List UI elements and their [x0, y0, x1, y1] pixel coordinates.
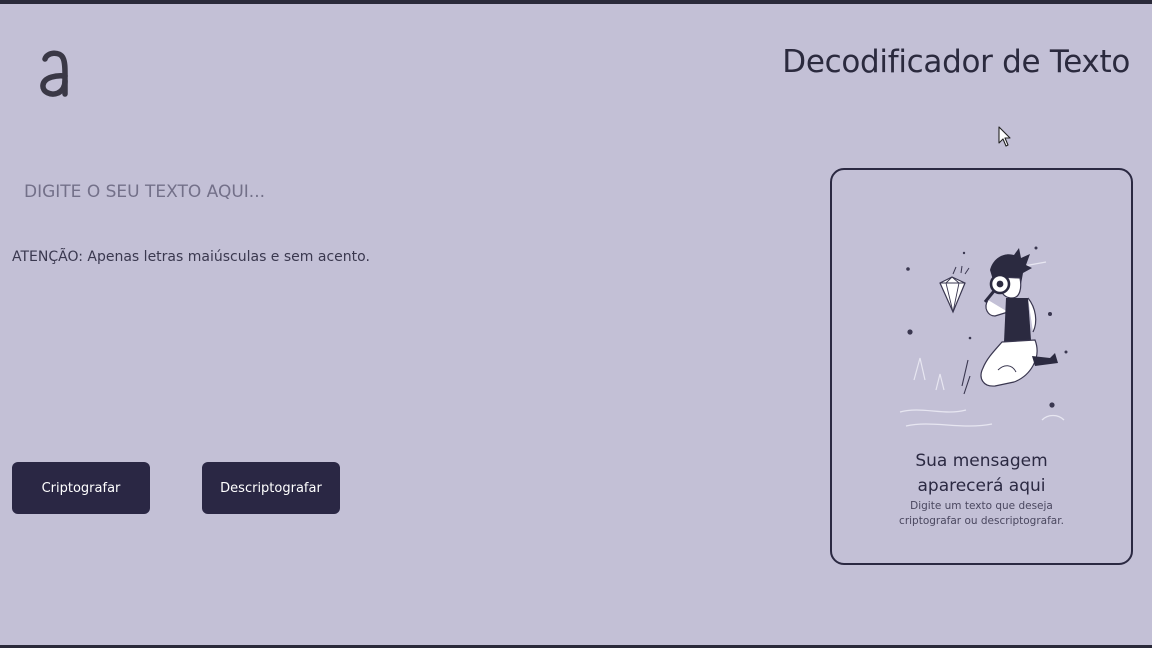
warning-text: ATENÇÃO: Apenas letras maiúsculas e sem …	[12, 249, 370, 265]
window-top-border	[0, 0, 1152, 4]
output-title-line2: aparecerá aqui	[917, 476, 1046, 496]
encrypt-button[interactable]: Criptografar	[12, 462, 150, 514]
output-description: Digite um texto que deseja criptografar …	[832, 499, 1131, 529]
output-title: Sua mensagem aparecerá aqui	[832, 449, 1131, 499]
mouse-pointer-icon	[998, 126, 1011, 147]
output-panel: Sua mensagem aparecerá aqui Digite um te…	[830, 168, 1133, 565]
logo-icon[interactable]	[34, 42, 74, 98]
decrypt-button[interactable]: Descriptografar	[202, 462, 340, 514]
page-title: Decodificador de Texto	[782, 44, 1130, 80]
output-title-line1: Sua mensagem	[915, 451, 1048, 471]
output-desc-line1: Digite um texto que deseja	[910, 500, 1053, 512]
person-with-magnifier-illustration	[899, 246, 1068, 427]
text-input[interactable]	[12, 172, 772, 214]
output-desc-line2: criptografar ou descriptografar.	[899, 515, 1064, 527]
warning-label: ATENÇÃO: Apenas letras maiúsculas e sem …	[12, 249, 370, 265]
